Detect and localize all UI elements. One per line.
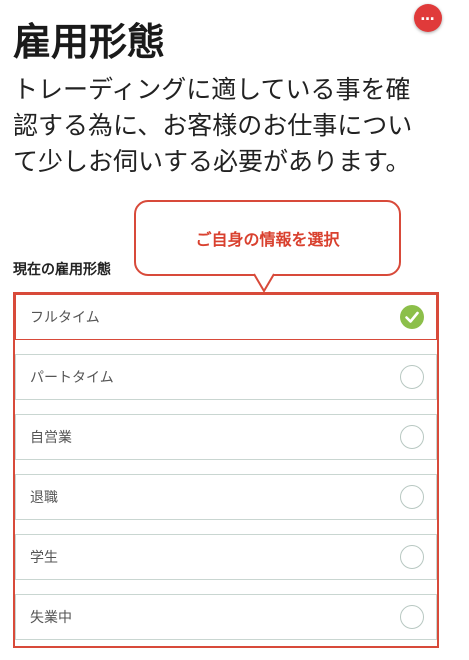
option-self-employed[interactable]: 自営業: [15, 414, 437, 460]
more-icon: …: [420, 8, 436, 24]
option-unemployed[interactable]: 失業中: [15, 594, 437, 640]
check-circle-icon: [400, 305, 424, 329]
callout-bubble: ご自身の情報を選択: [134, 200, 401, 276]
option-part-time[interactable]: パートタイム: [15, 354, 437, 400]
radio-circle-icon: [400, 365, 424, 389]
radio-circle-icon: [400, 425, 424, 449]
option-label: 学生: [30, 550, 58, 566]
radio-circle-icon: [400, 485, 424, 509]
radio-circle-icon: [400, 605, 424, 629]
option-retired[interactable]: 退職: [15, 474, 437, 520]
page-description: トレーディングに適している事を確認する為に、お客様のお仕事について少しお伺いする…: [13, 75, 413, 176]
employment-status-page: … 雇用形態 トレーディングに適している事を確認する為に、お客様のお仕事について…: [0, 0, 469, 660]
callout-text: ご自身の情報を選択: [195, 230, 340, 249]
option-label: フルタイム: [30, 310, 100, 326]
employment-option-list: フルタイム パートタイム 自営業 退職 学生 失業中: [15, 294, 437, 654]
callout-tail: [254, 273, 274, 293]
option-label: パートタイム: [30, 370, 114, 386]
more-options-button[interactable]: …: [414, 4, 442, 32]
option-student[interactable]: 学生: [15, 534, 437, 580]
option-label: 自営業: [30, 430, 72, 446]
option-label: 失業中: [30, 610, 72, 626]
option-full-time[interactable]: フルタイム: [15, 294, 437, 340]
radio-circle-icon: [400, 545, 424, 569]
section-label: 現在の雇用形態: [13, 262, 111, 278]
page-title: 雇用形態: [13, 20, 166, 64]
option-label: 退職: [30, 490, 58, 506]
